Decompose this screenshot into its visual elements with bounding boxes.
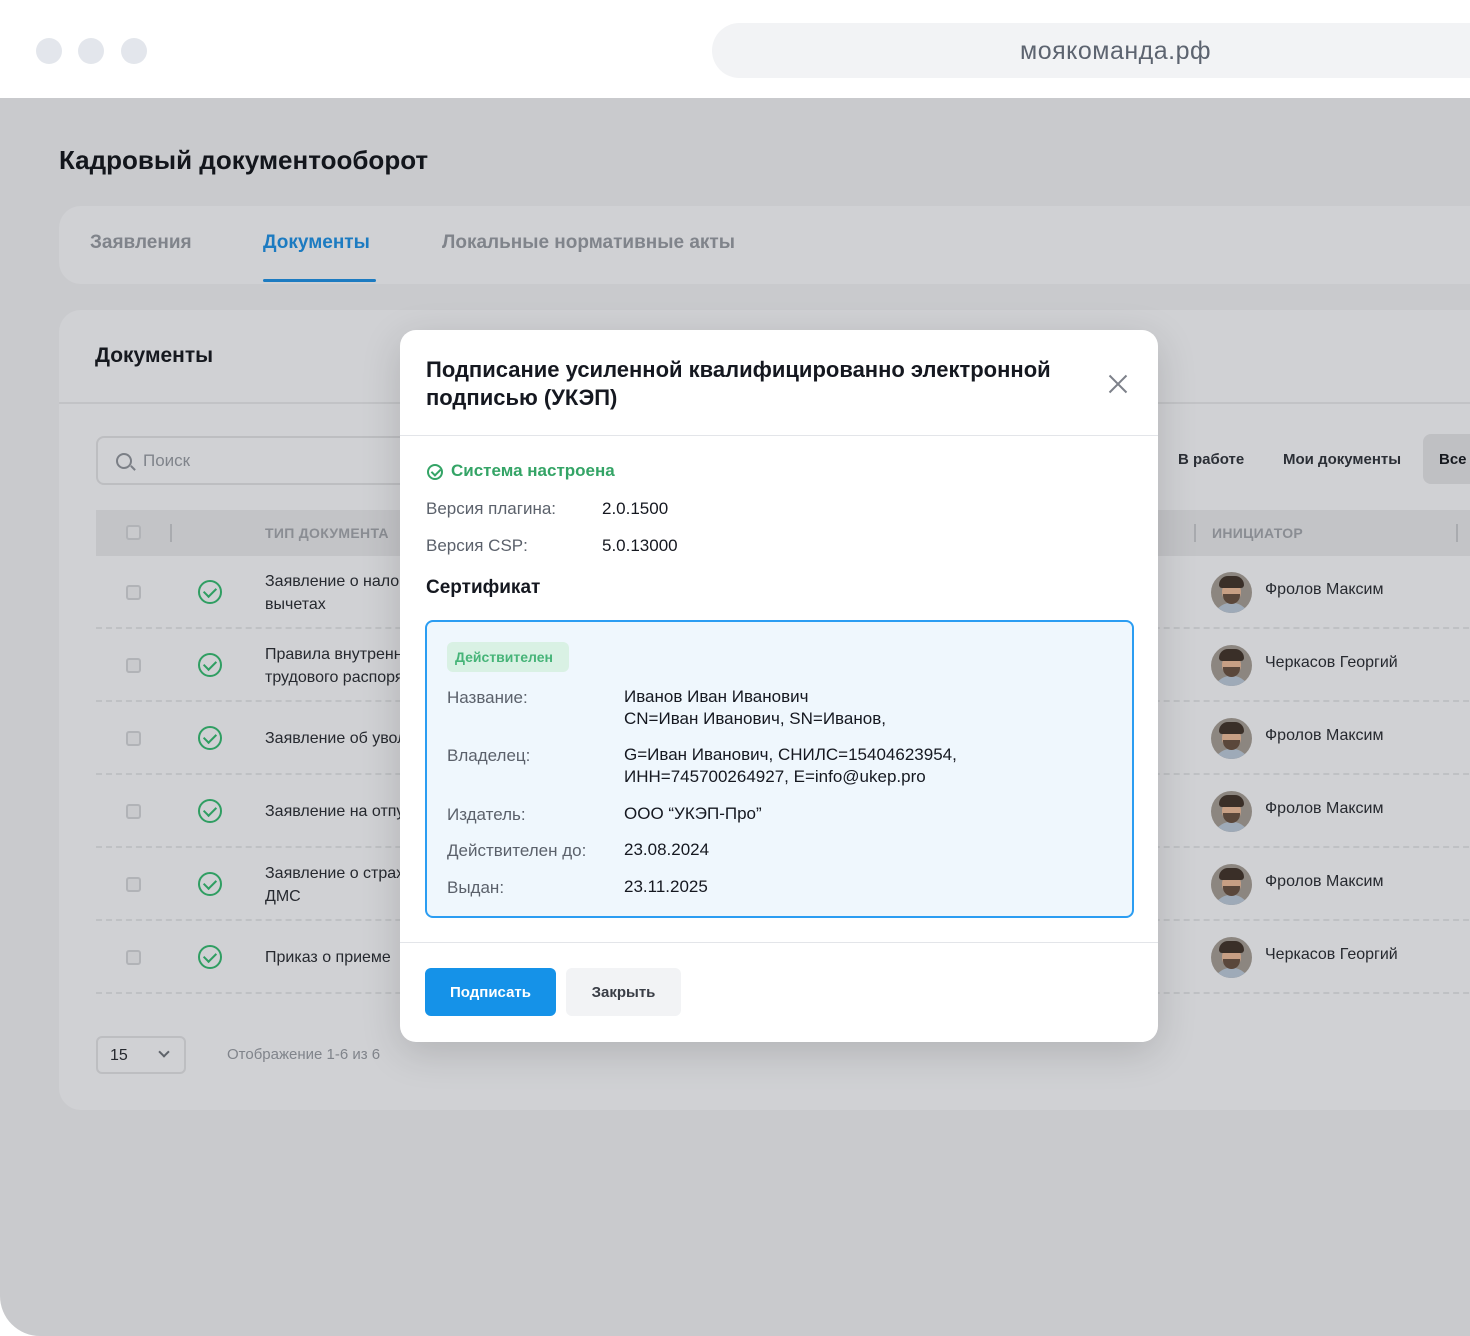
chevron-down-icon <box>158 1046 170 1058</box>
row-doc-type: Заявление о налоговых вычетах <box>265 573 405 613</box>
page-size-value: 15 <box>110 1047 128 1064</box>
cert-owner-value: G=Иван Иванович, СНИЛС=15404623954, ИНН=… <box>624 745 957 786</box>
window-maximize-dot[interactable] <box>121 38 147 64</box>
filter-all-label: Все д <box>1439 451 1470 468</box>
check-circle-icon <box>198 872 222 896</box>
avatar <box>1211 572 1252 613</box>
row-initiator: Черкасов Георгий <box>1265 946 1398 963</box>
row-checkbox[interactable] <box>126 950 141 965</box>
tab-local-regulations[interactable]: Локальные нормативные акты <box>442 232 735 254</box>
cert-issued-value: 23.11.2025 <box>624 877 708 896</box>
row-checkbox[interactable] <box>126 585 141 600</box>
check-circle-icon <box>198 945 222 969</box>
window-close-dot[interactable] <box>36 38 62 64</box>
certificate-heading: Сертификат <box>426 577 541 598</box>
tab-documents[interactable]: Документы <box>263 232 370 254</box>
column-initiator[interactable]: ИНИЦИАТОР <box>1212 525 1303 541</box>
cert-name-value: Иванов Иван Иванович CN=Иван Иванович, S… <box>624 687 886 728</box>
browser-chrome: моякоманда.рф <box>0 0 1470 98</box>
address-bar[interactable]: моякоманда.рф <box>712 23 1470 78</box>
row-initiator: Фролов Максим <box>1265 873 1384 890</box>
cert-valid-until-label: Действителен до: <box>447 841 587 860</box>
cert-name-label: Название: <box>447 688 528 707</box>
avatar <box>1211 718 1252 759</box>
tabs-bar: Заявления Документы Локальные нормативны… <box>59 206 1470 284</box>
row-initiator: Фролов Максим <box>1265 727 1384 744</box>
column-separator <box>1456 524 1458 542</box>
address-bar-url: моякоманда.рф <box>1020 37 1212 65</box>
row-checkbox[interactable] <box>126 877 141 892</box>
avatar <box>1211 937 1252 978</box>
sign-button[interactable]: Подписать <box>425 968 556 1016</box>
pagination-info: Отображение 1-6 из 6 <box>227 1046 381 1063</box>
csp-version-value: 5.0.13000 <box>602 536 678 555</box>
plugin-version-value: 2.0.1500 <box>602 499 669 518</box>
avatar <box>1211 791 1252 832</box>
sign-button-label: Подписать <box>450 983 531 1001</box>
plugin-version-label: Версия плагина: <box>426 499 557 518</box>
row-doc-type: Правила внутреннего трудового распорядка <box>265 646 405 686</box>
check-circle-icon <box>198 799 222 823</box>
check-circle-icon <box>427 464 443 480</box>
page-size-select[interactable]: 15 <box>96 1036 186 1074</box>
avatar <box>1211 864 1252 905</box>
row-initiator: Фролов Максим <box>1265 581 1384 598</box>
row-checkbox[interactable] <box>126 731 141 746</box>
active-tab-indicator <box>263 279 376 282</box>
filter-in-progress[interactable]: В работе <box>1178 451 1244 468</box>
row-initiator: Фролов Максим <box>1265 800 1384 817</box>
browser-window: моякоманда.рф Кадровый документооборот З… <box>0 0 1470 1336</box>
csp-version-label: Версия CSP: <box>426 536 528 555</box>
row-checkbox[interactable] <box>126 804 141 819</box>
row-doc-type: Приказ о приеме <box>265 949 391 966</box>
close-icon[interactable] <box>1106 372 1130 396</box>
check-circle-icon <box>198 726 222 750</box>
modal-footer-divider <box>400 942 1158 943</box>
select-all-checkbox[interactable] <box>126 525 141 540</box>
certificate-card[interactable]: Действителен Название: Иванов Иван Ивано… <box>425 620 1134 918</box>
row-checkbox[interactable] <box>126 658 141 673</box>
column-separator <box>1194 524 1196 542</box>
search-input[interactable]: Поиск <box>96 436 416 485</box>
page-title: Кадровый документооборот <box>59 145 429 175</box>
signature-modal: Подписание усиленной квалифицированно эл… <box>400 330 1158 1042</box>
avatar <box>1211 645 1252 686</box>
cert-issuer-value: ООО “УКЭП-Про” <box>624 804 762 823</box>
window-minimize-dot[interactable] <box>78 38 104 64</box>
filter-all[interactable]: Все д <box>1423 434 1470 484</box>
cert-valid-until-value: 23.08.2024 <box>624 840 710 859</box>
search-placeholder: Поиск <box>143 451 191 470</box>
cert-issued-label: Выдан: <box>447 878 505 897</box>
filter-my-documents[interactable]: Мои документы <box>1283 451 1401 468</box>
row-doc-type: Заявление об увольнении <box>265 730 405 747</box>
cert-owner-label: Владелец: <box>447 746 531 765</box>
status-badge: Действителен <box>447 642 569 672</box>
row-doc-type: Заявление о страховании ДМС <box>265 865 405 905</box>
row-doc-type: Заявление на отпуск <box>265 803 405 820</box>
column-separator <box>170 524 172 542</box>
cert-issuer-label: Издатель: <box>447 805 526 824</box>
modal-title: Подписание усиленной квалифицированно эл… <box>426 357 1051 410</box>
tab-applications[interactable]: Заявления <box>90 232 192 254</box>
close-button-label: Закрыть <box>591 983 656 1001</box>
system-status: Система настроена <box>451 461 615 480</box>
check-circle-icon <box>198 653 222 677</box>
modal-divider <box>400 435 1158 436</box>
column-doc-type[interactable]: ТИП ДОКУМЕНТА <box>265 525 389 541</box>
check-circle-icon <box>198 580 222 604</box>
search-icon <box>116 453 132 469</box>
close-button[interactable]: Закрыть <box>566 968 681 1016</box>
row-initiator: Черкасов Георгий <box>1265 654 1398 671</box>
status-badge-label: Действителен <box>455 649 553 665</box>
documents-title: Документы <box>95 344 214 367</box>
